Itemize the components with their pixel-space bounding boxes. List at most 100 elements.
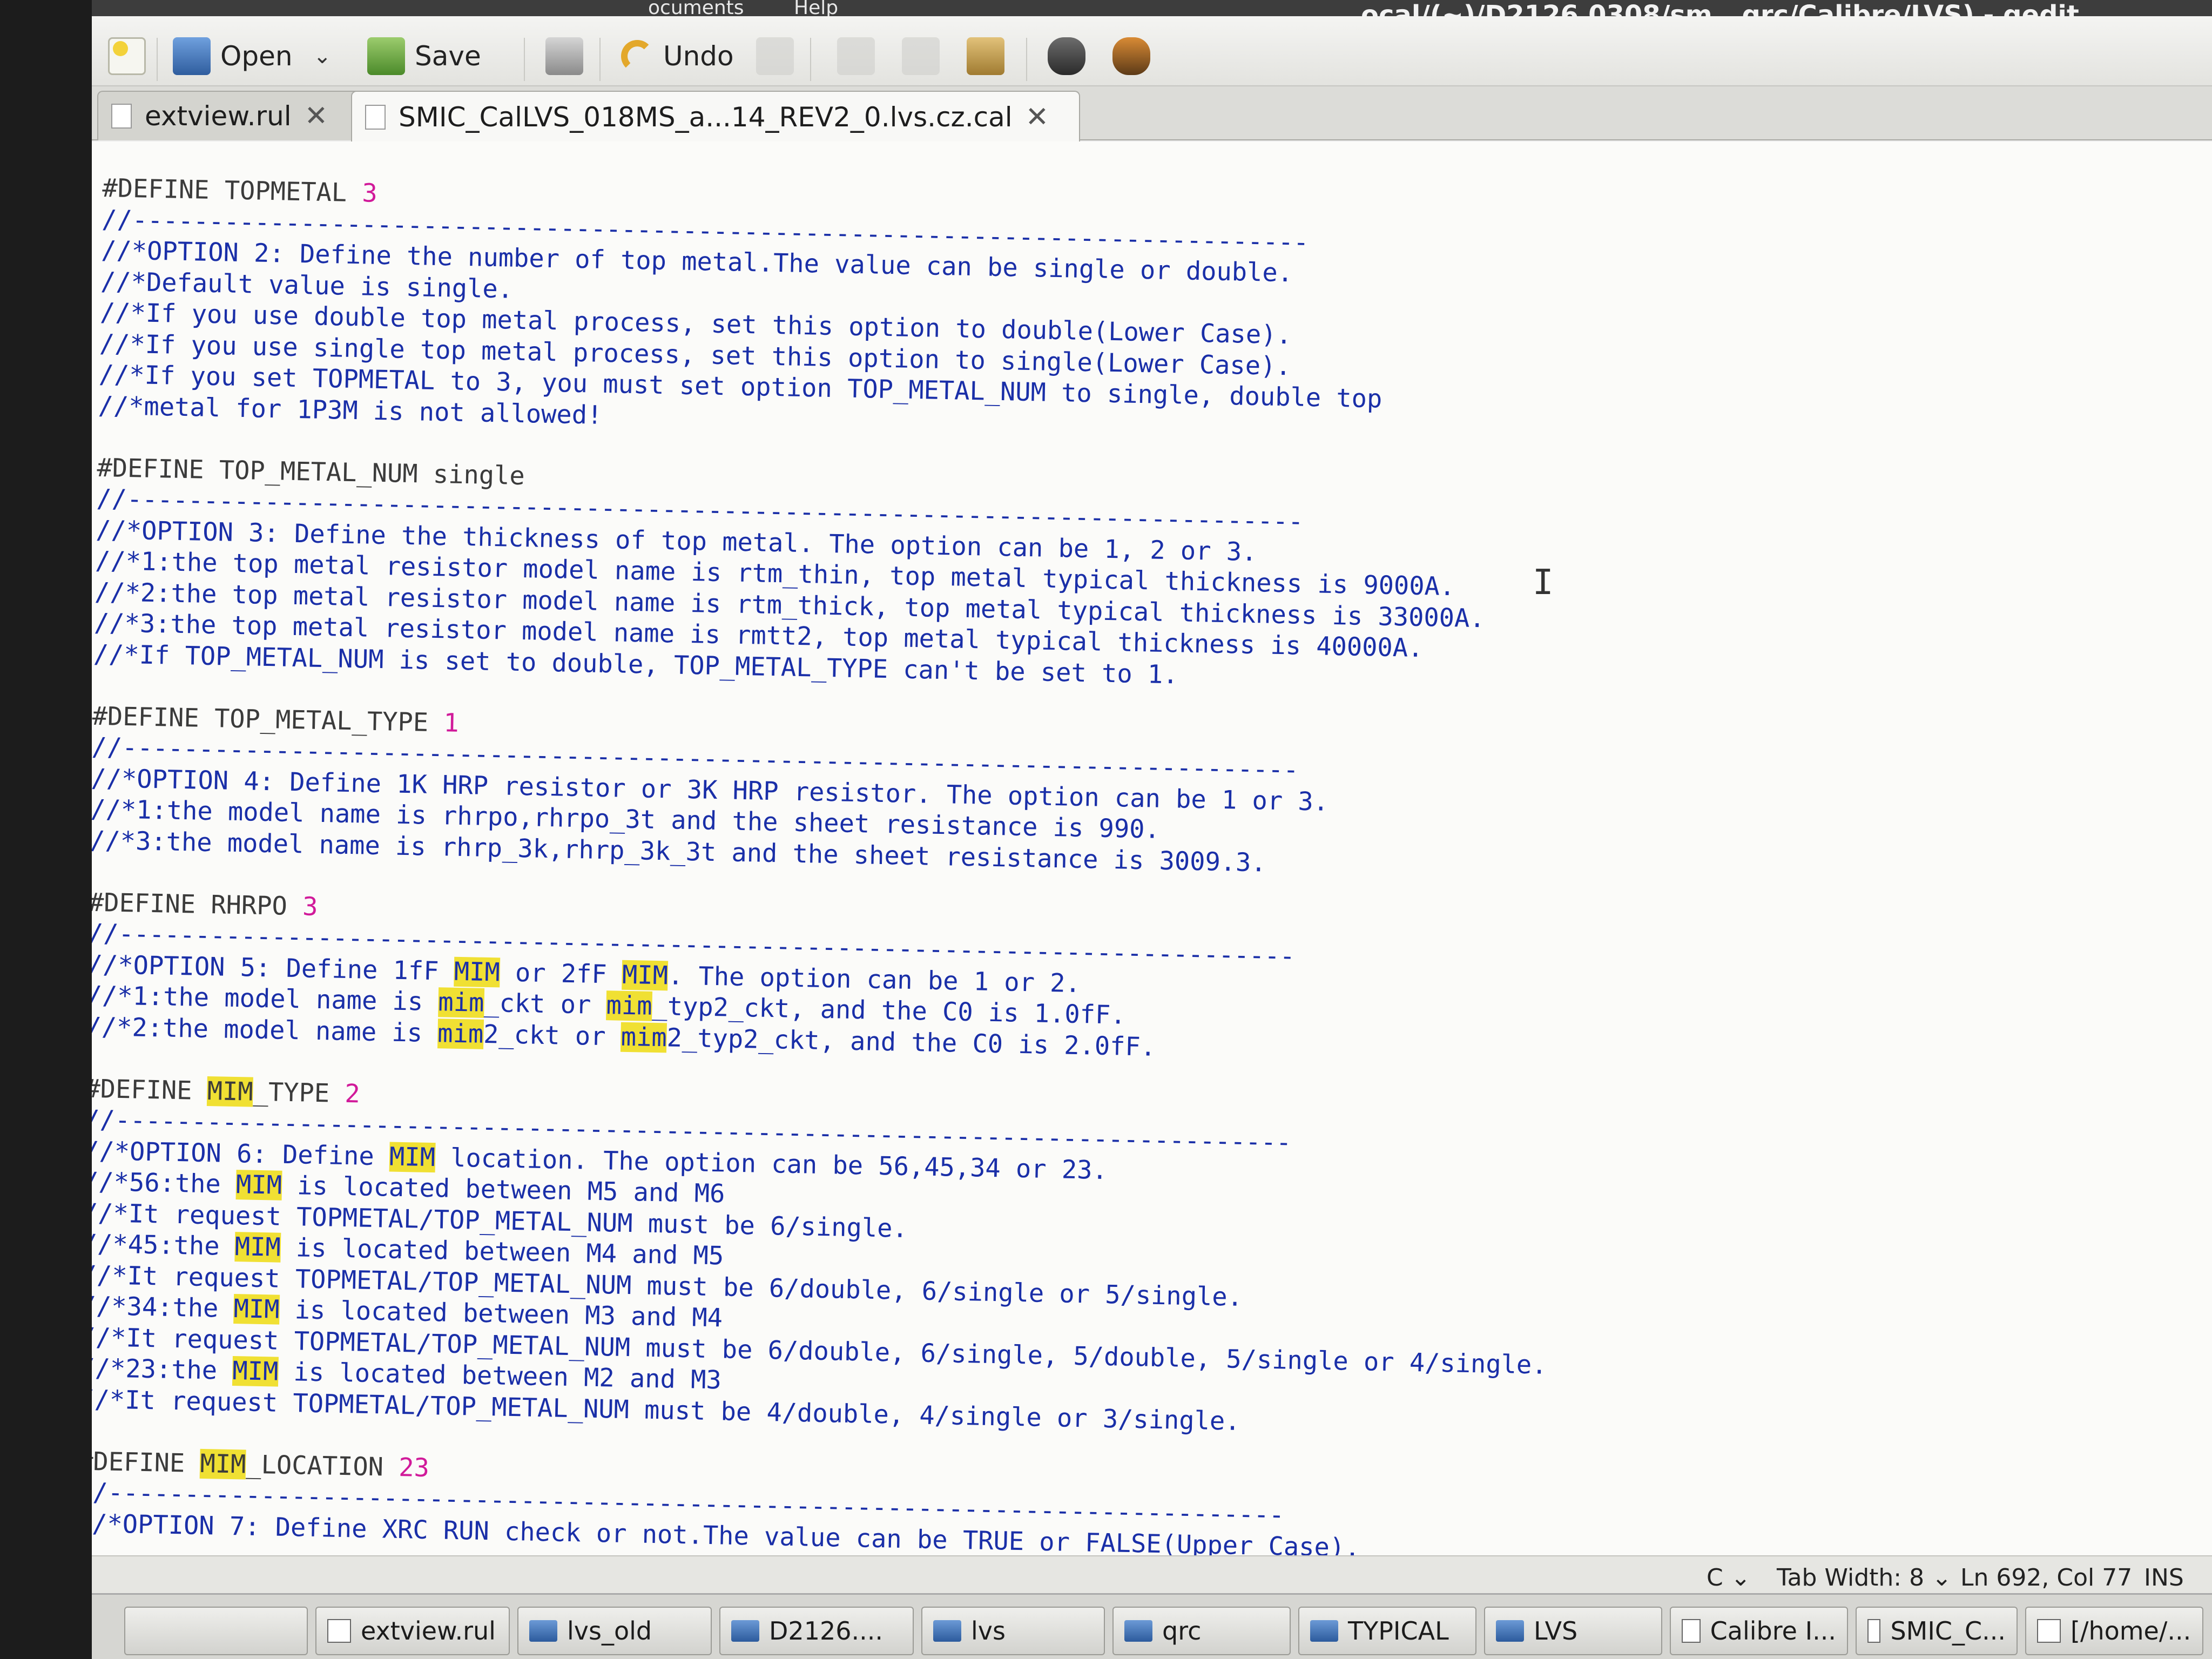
taskbar: extview.rul lvs_old D2126.... lvs qrc TYPICAL… — [92, 1593, 2212, 1659]
folder-icon — [731, 1620, 759, 1642]
insert-mode: INS — [2144, 1564, 2184, 1591]
code-token: 1 — [443, 707, 460, 738]
code-token: //*2:the model name is — [92, 1011, 438, 1048]
code-token: //*34:the — [92, 1291, 234, 1324]
search-highlight: MIM — [454, 956, 501, 987]
taskbar-item[interactable]: SMIC_C... — [1856, 1607, 2018, 1655]
open-button-label: Open — [220, 41, 293, 72]
taskbar-item[interactable]: LVS — [1484, 1607, 1662, 1655]
replace-button[interactable] — [1112, 35, 1150, 78]
folder-icon — [1310, 1620, 1338, 1642]
tab-smic-callvs[interactable]: SMIC_CalLVS_018MS_a...14_REV2_0.lvs.cz.c… — [351, 91, 1080, 143]
code-token: #DEFINE — [92, 1074, 208, 1106]
document-icon — [365, 105, 386, 130]
taskbar-item-label: Calibre I... — [1710, 1616, 1836, 1645]
code-token: //*23:the — [92, 1353, 233, 1386]
search-highlight: mim — [437, 1018, 484, 1049]
code-token: 2 — [344, 1078, 361, 1109]
undo-button-label: Undo — [663, 41, 734, 72]
taskbar-item-label: TYPICAL — [1348, 1616, 1449, 1645]
code-token: 3 — [302, 891, 318, 922]
search-highlight: MIM — [207, 1076, 254, 1107]
taskbar-item-label: SMIC_C... — [1890, 1616, 2006, 1645]
scissors-icon — [837, 37, 875, 75]
folder-icon — [1496, 1620, 1524, 1642]
tab-extview[interactable]: extview.rul ✕ — [97, 91, 367, 140]
new-document-icon — [108, 37, 146, 75]
printer-icon — [545, 37, 583, 75]
search-highlight: MIM — [233, 1294, 280, 1325]
toolbar-separator — [599, 38, 601, 81]
document-tabs: extview.rul ✕ SMIC_CalLVS_018MS_a...14_R… — [92, 86, 2212, 143]
application-icon — [1867, 1619, 1881, 1643]
print-button[interactable] — [545, 35, 583, 78]
binoculars-icon — [1048, 37, 1085, 75]
taskbar-item-label: extview.rul — [361, 1616, 496, 1645]
status-bar: C ⌄ Tab Width: 8 ⌄ Ln 692, Col 77 INS — [92, 1555, 2212, 1599]
open-button[interactable]: Open — [173, 35, 293, 78]
code-token: //*56:the — [92, 1166, 237, 1200]
search-highlight: MIM — [234, 1232, 281, 1263]
cut-button[interactable] — [837, 35, 875, 78]
code-token: 2_ckt or — [483, 1019, 622, 1052]
save-icon — [367, 37, 405, 75]
open-folder-icon — [173, 37, 211, 75]
gedit-window: ocuments Help ocal/(~)/D2126.0308/sm...q… — [92, 0, 2212, 1620]
language-label: C — [1707, 1564, 1723, 1591]
code-token: #DEFINE TOPMETAL — [102, 173, 362, 208]
tab-width-selector[interactable]: Tab Width: 8 ⌄ — [1777, 1564, 1952, 1591]
code-token: #DEFINE — [92, 1446, 185, 1478]
new-button[interactable] — [108, 35, 146, 78]
taskbar-item[interactable]: lvs — [921, 1607, 1105, 1655]
folder-icon — [529, 1620, 557, 1642]
search-highlight: mim — [606, 990, 653, 1021]
code-content[interactable]: #DEFINE TOPMETAL 3//--------------------… — [92, 173, 1569, 1589]
taskbar-item-label: D2126.... — [769, 1616, 883, 1645]
tab-label: SMIC_CalLVS_018MS_a...14_REV2_0.lvs.cz.c… — [399, 102, 1013, 133]
taskbar-item-label: [/home/... — [2071, 1616, 2191, 1645]
search-highlight: MIM — [235, 1170, 282, 1201]
taskbar-item[interactable]: lvs_old — [517, 1607, 712, 1655]
chevron-down-icon: ⌄ — [1932, 1564, 1952, 1591]
folder-icon — [933, 1620, 961, 1642]
undo-button[interactable]: Undo — [621, 35, 734, 78]
taskbar-item[interactable]: [/home/... — [2025, 1607, 2203, 1655]
taskbar-item[interactable]: D2126.... — [719, 1607, 914, 1655]
taskbar-item-label: LVS — [1534, 1616, 1578, 1645]
search-highlight: MIM — [622, 960, 669, 990]
application-icon — [2037, 1619, 2061, 1643]
copy-button[interactable] — [902, 35, 940, 78]
save-button[interactable]: Save — [367, 35, 481, 78]
paste-button[interactable] — [967, 35, 1004, 78]
search-highlight: MIM — [200, 1448, 246, 1480]
code-token: 23 — [398, 1452, 430, 1483]
chevron-down-icon: ⌄ — [1730, 1564, 1751, 1591]
tab-label: extview.rul — [145, 100, 292, 132]
search-highlight: MIM — [389, 1142, 436, 1172]
taskbar-item[interactable]: qrc — [1112, 1607, 1291, 1655]
close-icon[interactable]: ✕ — [305, 100, 328, 132]
toolbar-separator — [524, 38, 525, 81]
close-icon[interactable]: ✕ — [1026, 101, 1049, 133]
application-icon — [327, 1619, 351, 1643]
copy-icon — [902, 37, 940, 75]
code-token: _TYPE — [253, 1077, 345, 1109]
redo-icon — [756, 37, 794, 75]
toolbar-separator — [810, 38, 811, 81]
text-editor[interactable]: #DEFINE TOPMETAL 3//--------------------… — [92, 141, 2212, 1589]
find-button[interactable] — [1048, 35, 1085, 78]
undo-icon — [621, 40, 653, 72]
taskbar-item[interactable] — [124, 1607, 308, 1655]
taskbar-item[interactable]: Calibre I... — [1670, 1607, 1848, 1655]
toolbar-separator — [1026, 38, 1027, 81]
taskbar-item[interactable]: TYPICAL — [1298, 1607, 1476, 1655]
code-token: _LOCATION — [245, 1449, 399, 1482]
language-selector[interactable]: C ⌄ — [1707, 1564, 1751, 1591]
open-recent-dropdown[interactable]: ⌄ — [313, 35, 332, 78]
redo-button[interactable] — [756, 35, 794, 78]
code-token: or 2fF — [500, 957, 623, 990]
search-highlight: mim — [437, 987, 484, 1018]
ibeam-cursor-icon: I — [1533, 563, 1554, 603]
code-token: //*OPTION 6: Define — [92, 1136, 390, 1172]
taskbar-item[interactable]: extview.rul — [315, 1607, 510, 1655]
